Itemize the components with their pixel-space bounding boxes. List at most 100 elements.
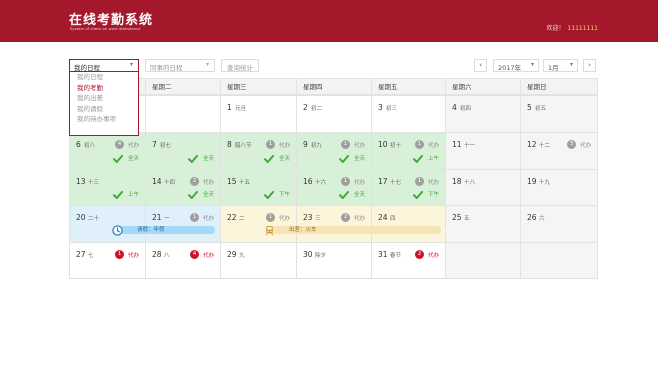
todo-count-badge[interactable]: 1 [266, 140, 275, 149]
todo-count-badge[interactable]: 1 [266, 213, 275, 222]
lunar-date: 二 [239, 216, 245, 222]
calendar-day-cell[interactable]: 11 十一 [445, 132, 521, 170]
calendar-day-cell[interactable]: 2 初二 [296, 95, 372, 133]
todo-count-badge[interactable]: 1 [341, 140, 350, 149]
day-number: 2 [303, 103, 308, 112]
lunar-date: 二十 [88, 216, 100, 222]
lunar-date: 五 [464, 216, 470, 222]
trip-event-bar[interactable]: 出差：火车 [265, 225, 441, 235]
calendar-day-cell[interactable]: 27 七 1 代办 [69, 242, 146, 279]
calendar-day-cell[interactable]: 26 六 [520, 205, 598, 243]
todo-label[interactable]: 代办 [354, 214, 365, 222]
calendar-day-cell[interactable]: 17 十七 1 代办 下午 [371, 169, 446, 206]
dropdown-item-leave[interactable]: 我的请假 [70, 104, 138, 115]
dropdown-item-trip[interactable]: 我的出差 [70, 93, 138, 104]
attendance-status: 全天 [278, 156, 290, 162]
todo-label[interactable]: 代办 [354, 141, 365, 149]
todo-label[interactable]: 代办 [279, 214, 290, 222]
query-stats-button[interactable]: 查询统计 [221, 59, 259, 72]
year-select[interactable]: 2017年 ▾ [493, 59, 539, 72]
day-number: 23 [303, 213, 313, 222]
todo-count-badge[interactable]: 3 [567, 140, 576, 149]
calendar-day-cell[interactable]: 16 十六 1 代办 全天 [296, 169, 372, 206]
todo-count-badge[interactable]: 2 [341, 213, 350, 222]
calendar-day-cell[interactable]: 28 八 4 代办 [145, 242, 221, 279]
my-schedule-label: 我的日程 [74, 64, 100, 72]
calendar-day-cell[interactable] [445, 242, 521, 279]
calendar-day-cell[interactable]: 24 四 [371, 205, 446, 243]
my-schedule-select[interactable]: 我的日程 ▾ [69, 59, 139, 72]
todo-label[interactable]: 代办 [580, 141, 591, 149]
calendar-day-cell[interactable]: 1 元旦 [220, 95, 297, 133]
check-icon [339, 191, 349, 199]
todo-count-badge[interactable]: 1 [341, 177, 350, 186]
calendar-day-cell[interactable]: 29 九 [220, 242, 297, 279]
prev-month-button[interactable]: ‹ [474, 59, 487, 72]
todo-count-badge[interactable]: 1 [190, 213, 199, 222]
calendar-day-cell[interactable] [520, 242, 598, 279]
calendar-day-cell[interactable]: 31 春节 2 代办 [371, 242, 446, 279]
weekday-header: 星期五 [371, 78, 446, 95]
todo-label[interactable]: 代办 [203, 178, 214, 186]
next-month-button[interactable]: › [583, 59, 596, 72]
todo-label[interactable]: 代办 [203, 214, 214, 222]
todo-count-badge[interactable]: 2 [415, 250, 424, 259]
todo-label[interactable]: 代办 [279, 141, 290, 149]
todo-label[interactable]: 代办 [428, 251, 439, 259]
leave-event-bar[interactable]: 请假：年假 [112, 224, 215, 236]
calendar-day-cell[interactable]: 7 初七 全天 [145, 132, 221, 170]
calendar-day-cell[interactable]: 13 十三 上午 [69, 169, 146, 206]
check-icon [339, 155, 349, 163]
calendar-day-cell[interactable]: 8 腊八节 1 代办 全天 [220, 132, 297, 170]
todo-count-badge[interactable]: 1 [115, 250, 124, 259]
lunar-date: 除夕 [315, 253, 327, 259]
month-select[interactable]: 1月 ▾ [543, 59, 578, 72]
day-number: 5 [527, 103, 532, 112]
user-id[interactable]: 11111111 [567, 25, 598, 32]
check-icon [413, 191, 423, 199]
todo-count-badge[interactable]: 1 [415, 177, 424, 186]
todo-label[interactable]: 代办 [203, 251, 214, 259]
day-number: 3 [378, 103, 383, 112]
trip-event-label: 出差：火车 [289, 227, 317, 233]
calendar-day-cell[interactable]: 18 十八 [445, 169, 521, 206]
todo-label[interactable]: 代办 [128, 251, 139, 259]
lunar-date: 十三 [88, 180, 100, 186]
calendar-day-cell[interactable]: 9 初九 1 代办 全天 [296, 132, 372, 170]
todo-label[interactable]: 代办 [428, 141, 439, 149]
todo-count-badge[interactable]: 1 [415, 140, 424, 149]
todo-count-badge[interactable]: 4 [190, 250, 199, 259]
calendar-day-cell[interactable]: 3 初三 [371, 95, 446, 133]
dropdown-item-todo[interactable]: 我的待办事项 [70, 114, 138, 125]
weekday-header: 星期日 [520, 78, 598, 95]
calendar-day-cell[interactable]: 12 十二 3 代办 [520, 132, 598, 170]
lunar-date: 初五 [535, 106, 547, 112]
day-number: 31 [378, 250, 388, 259]
lunar-date: 六 [539, 216, 545, 222]
calendar-day-cell[interactable] [145, 95, 221, 133]
calendar-day-cell[interactable]: 15 十五 下午 [220, 169, 297, 206]
year-value: 2017年 [498, 64, 522, 72]
calendar-day-cell[interactable]: 19 十九 [520, 169, 598, 206]
calendar-day-cell[interactable]: 20 二十 [69, 205, 146, 243]
colleague-schedule-select[interactable]: 同事的日程 ▾ [145, 59, 215, 72]
calendar-day-cell[interactable]: 5 初五 [520, 95, 598, 133]
logo-subtitle: System of check on work attendance [70, 26, 141, 31]
dropdown-item-schedule[interactable]: 我的日程 [70, 72, 138, 83]
todo-label[interactable]: 代办 [354, 178, 365, 186]
calendar-day-cell[interactable]: 4 初四 [445, 95, 521, 133]
calendar-day-cell[interactable]: 14 十四 2 代办 全天 [145, 169, 221, 206]
todo-count-badge[interactable]: 4 [115, 140, 124, 149]
todo-label[interactable]: 代办 [428, 178, 439, 186]
lunar-date: 十二 [539, 143, 551, 149]
calendar-day-cell[interactable]: 22 二 1 代办 [220, 205, 297, 243]
calendar-day-cell[interactable]: 25 五 [445, 205, 521, 243]
todo-count-badge[interactable]: 2 [190, 177, 199, 186]
calendar-day-cell[interactable]: 21 一 1 代办 [145, 205, 221, 243]
dropdown-item-attendance[interactable]: 我的考勤 [70, 83, 138, 94]
todo-label[interactable]: 代办 [128, 141, 139, 149]
calendar-day-cell[interactable]: 30 除夕 [296, 242, 372, 279]
calendar-day-cell[interactable]: 6 初八 4 代办 全天 [69, 132, 146, 170]
calendar-day-cell[interactable]: 23 三 2 代办 [296, 205, 372, 243]
calendar-day-cell[interactable]: 10 初十 1 代办 上午 [371, 132, 446, 170]
